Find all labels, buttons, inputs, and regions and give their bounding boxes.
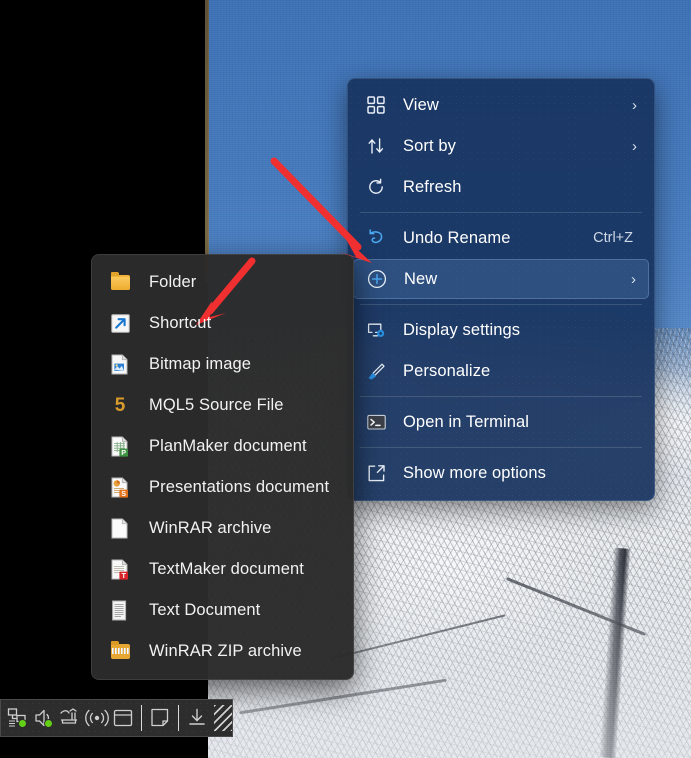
svg-text:T: T xyxy=(122,570,127,579)
tray-resize-grip[interactable] xyxy=(213,705,232,731)
new-submenu-item-planmaker-document[interactable]: P PlanMaker document xyxy=(97,426,348,466)
menu-separator xyxy=(360,304,642,305)
tray-divider xyxy=(140,705,142,731)
new-submenu-item-text-document[interactable]: Text Document xyxy=(97,590,348,630)
new-submenu-item-label: MQL5 Source File xyxy=(149,395,284,414)
winrar-archive-icon xyxy=(109,517,131,539)
new-submenu[interactable]: Folder Shortcut Bitmap image 5 MQL5 Sour… xyxy=(91,254,354,680)
plus-circle-icon xyxy=(366,268,388,290)
text-document-icon xyxy=(109,599,131,621)
context-menu-item-label: View xyxy=(403,95,439,114)
grid-view-icon xyxy=(365,94,387,116)
chevron-right-icon: › xyxy=(632,137,637,155)
svg-text:P: P xyxy=(121,447,126,456)
wireless-broadcast-icon xyxy=(84,709,109,727)
tray-input-method-button[interactable] xyxy=(57,703,83,733)
window-icon xyxy=(113,709,132,727)
new-submenu-item-folder[interactable]: Folder xyxy=(97,262,348,302)
context-menu-item-personalize[interactable]: Personalize xyxy=(353,351,649,391)
tray-download-button[interactable] xyxy=(184,703,210,733)
chevron-right-icon: › xyxy=(631,270,636,288)
show-more-options-icon xyxy=(365,462,387,484)
menu-separator xyxy=(360,212,642,213)
context-menu-item-refresh[interactable]: Refresh xyxy=(353,167,649,207)
desktop-context-menu[interactable]: View › Sort by › Refresh Undo Rename Ctr… xyxy=(347,78,655,501)
context-menu-item-label: Undo Rename xyxy=(403,228,511,247)
display-settings-icon xyxy=(365,319,387,341)
undo-icon xyxy=(365,227,387,249)
floating-tray-toolbar[interactable] xyxy=(0,699,233,737)
winrar-zip-icon xyxy=(109,640,131,662)
menu-separator xyxy=(360,447,642,448)
tray-divider xyxy=(177,705,179,731)
new-submenu-item-winrar-archive[interactable]: WinRAR archive xyxy=(97,508,348,548)
new-submenu-item-textmaker-document[interactable]: T TextMaker document xyxy=(97,549,348,589)
tray-window-button[interactable] xyxy=(110,703,136,733)
wallpaper-edge-strip xyxy=(205,0,209,282)
new-submenu-item-label: PlanMaker document xyxy=(149,436,307,455)
new-submenu-item-label: WinRAR ZIP archive xyxy=(149,641,302,660)
context-menu-item-undo-rename[interactable]: Undo Rename Ctrl+Z xyxy=(353,218,649,258)
folder-icon xyxy=(109,271,131,293)
input-method-icon xyxy=(60,708,78,724)
context-menu-item-label: Show more options xyxy=(403,463,546,482)
brush-icon xyxy=(365,360,387,382)
new-submenu-item-label: Bitmap image xyxy=(149,354,252,373)
context-menu-item-open-in-terminal[interactable]: Open in Terminal xyxy=(353,402,649,442)
new-submenu-item-label: TextMaker document xyxy=(149,559,304,578)
bitmap-image-icon xyxy=(109,353,131,375)
context-menu-item-label: Sort by xyxy=(403,136,456,155)
context-menu-item-label: Personalize xyxy=(403,361,491,380)
new-submenu-item-label: Folder xyxy=(149,272,197,291)
new-submenu-item-winrar-zip-archive[interactable]: WinRAR ZIP archive xyxy=(97,631,348,671)
new-submenu-item-mql5-source-file[interactable]: 5 MQL5 Source File xyxy=(97,385,348,425)
screenshot-root: View › Sort by › Refresh Undo Rename Ctr… xyxy=(0,0,691,758)
new-submenu-item-label: Text Document xyxy=(149,600,261,619)
menu-separator xyxy=(360,396,642,397)
context-menu-item-label: Refresh xyxy=(403,177,462,196)
refresh-icon xyxy=(365,176,387,198)
terminal-icon xyxy=(365,411,387,433)
new-submenu-item-presentations-document[interactable]: S Presentations document xyxy=(97,467,348,507)
download-icon xyxy=(189,708,205,725)
new-submenu-item-label: WinRAR archive xyxy=(149,518,272,537)
context-menu-item-show-more-options[interactable]: Show more options xyxy=(353,453,649,493)
context-menu-item-display-settings[interactable]: Display settings xyxy=(353,310,649,350)
new-submenu-item-label: Shortcut xyxy=(149,313,212,332)
context-menu-item-label: New xyxy=(404,269,438,288)
presentations-icon: S xyxy=(109,476,131,498)
chevron-right-icon: › xyxy=(632,96,637,114)
new-submenu-item-bitmap-image[interactable]: Bitmap image xyxy=(97,344,348,384)
planmaker-icon: P xyxy=(109,435,131,457)
context-menu-item-label: Open in Terminal xyxy=(403,412,530,431)
sort-arrows-icon xyxy=(365,135,387,157)
shortcut-arrow-icon xyxy=(109,312,131,334)
context-menu-item-new[interactable]: New › xyxy=(353,259,649,299)
mql5-icon: 5 xyxy=(114,394,126,416)
context-menu-item-label: Display settings xyxy=(403,320,521,339)
svg-text:S: S xyxy=(121,488,126,497)
context-menu-item-shortcut: Ctrl+Z xyxy=(593,230,633,246)
tray-wireless-button[interactable] xyxy=(84,703,110,733)
note-icon xyxy=(151,708,168,727)
context-menu-item-sort-by[interactable]: Sort by › xyxy=(353,126,649,166)
new-submenu-item-shortcut[interactable]: Shortcut xyxy=(97,303,348,343)
tray-note-button[interactable] xyxy=(147,703,173,733)
context-menu-item-view[interactable]: View › xyxy=(353,85,649,125)
new-submenu-item-label: Presentations document xyxy=(149,477,330,496)
tray-volume-button[interactable] xyxy=(31,703,57,733)
textmaker-icon: T xyxy=(109,558,131,580)
tray-network-button[interactable] xyxy=(5,703,31,733)
